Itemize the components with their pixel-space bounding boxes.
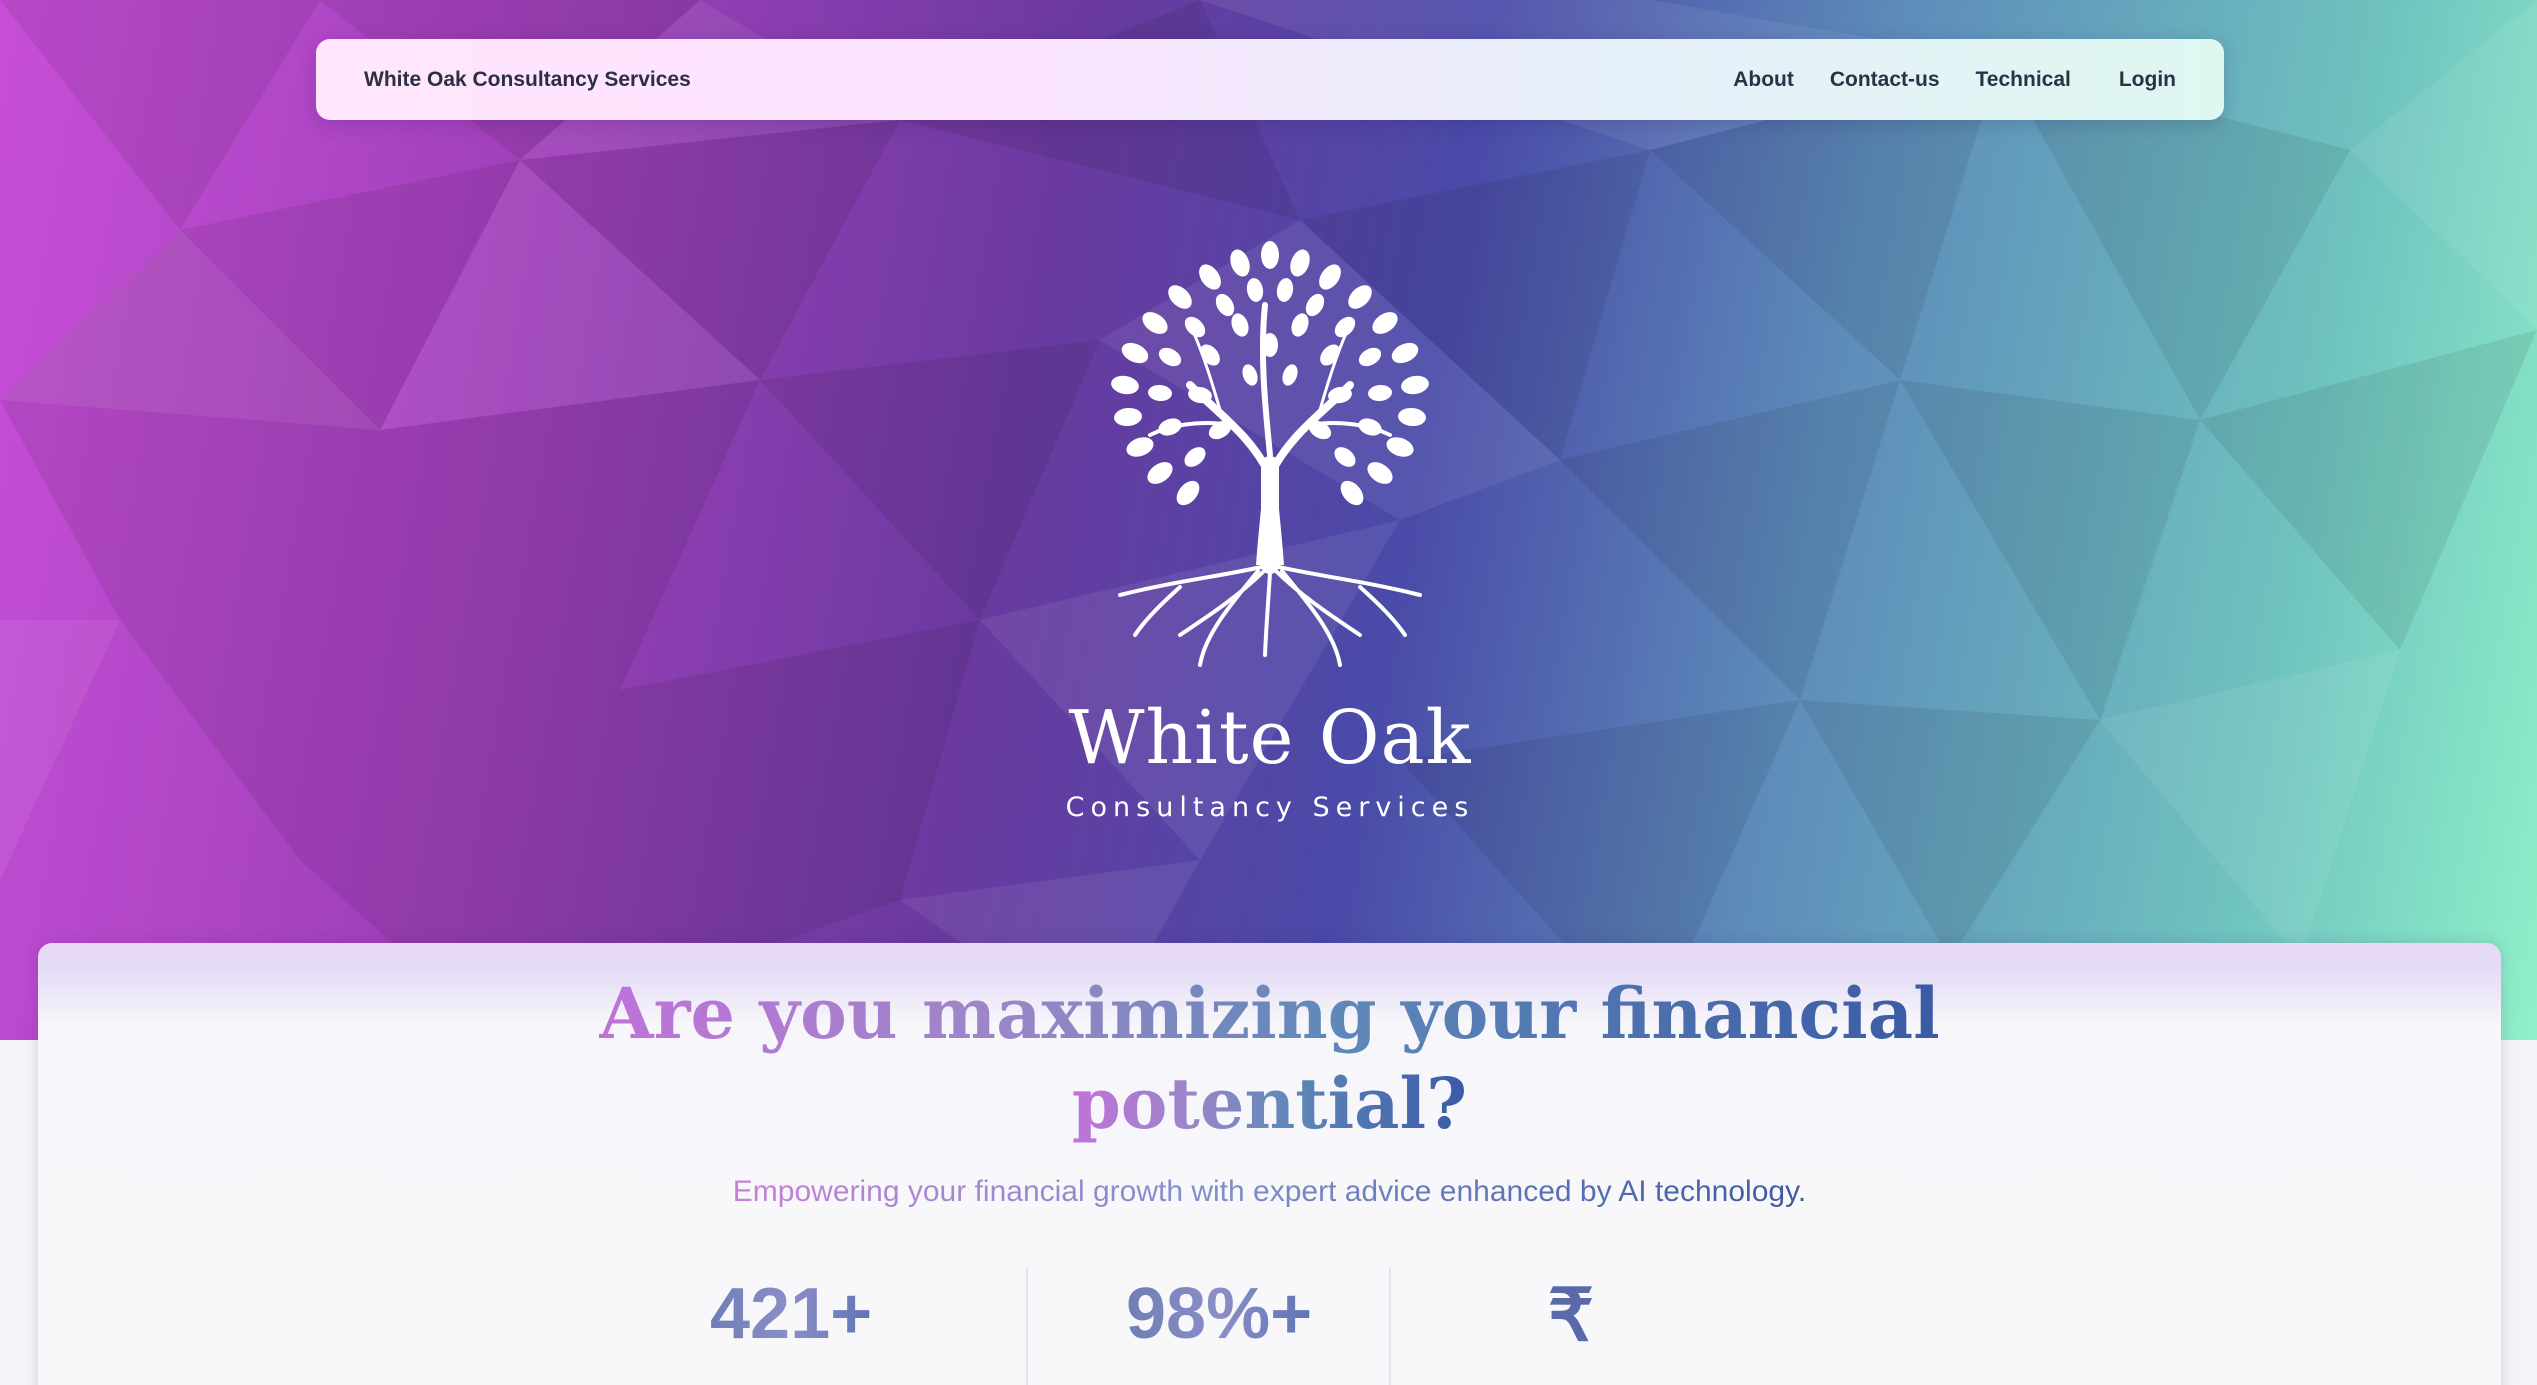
logo-subtitle: Consultancy Services [1065,792,1475,823]
tagline-text: Empowering your financial growth with ex… [732,1175,1807,1208]
stat-clients-value: 421+ [710,1274,873,1354]
top-navbar: White Oak Consultancy Services About Con… [316,39,2224,120]
stat-satisfaction-value: 98%+ [1126,1274,1313,1354]
nav-link-about[interactable]: About [1733,68,1794,92]
stat-assets: ₹ [1548,1273,1594,1357]
nav-links: About Contact-us Technical Login [1697,68,2176,92]
stat-divider [1026,1268,1028,1385]
hero-banner: White Oak Consultancy Services About Con… [0,0,2537,1040]
headline-line-1: Are you maximizing your financial [599,969,1939,1059]
brand-link[interactable]: White Oak Consultancy Services [364,68,691,92]
headline-line-2: potential? [1072,1059,1467,1149]
oak-tree-icon [1111,241,1429,667]
rupee-symbol: ₹ [1548,1276,1594,1356]
tagline: Empowering your financial growth with ex… [38,1175,2501,1209]
stat-divider [1389,1268,1391,1385]
stat-clients: 421+ [710,1273,872,1355]
page: White Oak Consultancy Services About Con… [0,0,2537,1385]
stat-satisfaction: 98%+ [1126,1273,1312,1355]
intro-card: Are you maximizing your financial potent… [38,943,2501,1385]
nav-link-login[interactable]: Login [2119,68,2176,92]
hero-logo: White Oak Consultancy Services [1030,235,1510,835]
logo-title: White Oak [1068,695,1472,781]
page-headline: Are you maximizing your financial potent… [38,969,2501,1149]
nav-link-technical[interactable]: Technical [1976,68,2071,92]
nav-link-contact[interactable]: Contact-us [1830,68,1940,92]
